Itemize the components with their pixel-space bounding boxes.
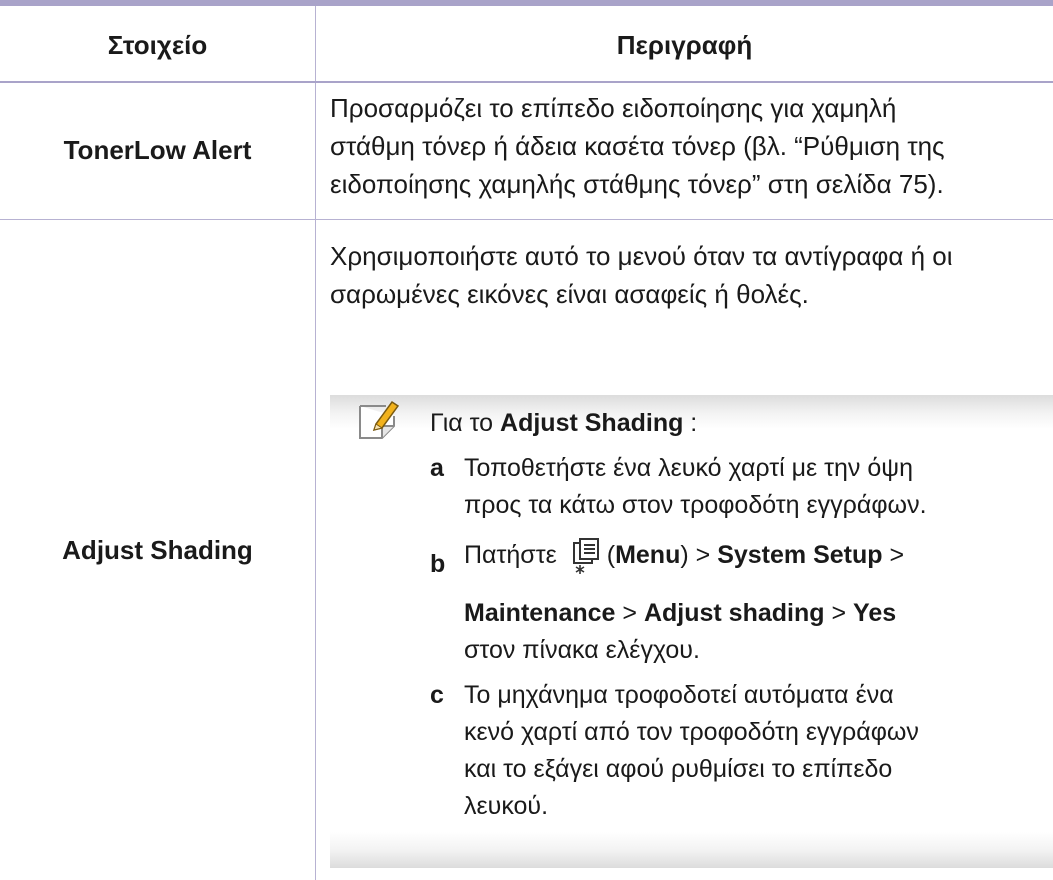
desc-line: στάθμη τόνερ ή άδεια κασέτα τόνερ (βλ. “… <box>330 131 945 161</box>
step-line: κενό χαρτί από τον τροφοδότη εγγράφων <box>464 718 919 746</box>
menu-label: Menu <box>615 541 681 569</box>
step-line: προς τα κάτω στον τροφοδότη εγγράφων. <box>464 491 927 519</box>
path-separator: > <box>695 541 711 569</box>
step-b: b Πατήστε (Menu) > System Setup > Mainte… <box>430 535 1040 669</box>
step-letter: c <box>430 681 444 709</box>
column-divider <box>315 6 316 880</box>
path-separator: > <box>831 599 847 627</box>
note-intro-suffix: : <box>683 409 698 437</box>
row-item-adjust-shading: Adjust Shading <box>62 534 253 565</box>
note-pencil-icon <box>359 400 400 439</box>
step-line: και το εξάγει αφού ρυθμίσει το επίπεδο <box>464 755 893 783</box>
table-top-rule <box>0 0 1053 6</box>
step-a: a Τοποθετήστε ένα λευκό χαρτί με την όψη… <box>430 450 1040 524</box>
step-line: στον πίνακα ελέγχου. <box>464 636 700 664</box>
header-description: Περιγραφή <box>616 30 753 60</box>
step-b-line-1: Πατήστε (Menu) > System Setup > <box>464 526 1040 584</box>
desc-line: Προσαρμόζει το επίπεδο ειδοποίησης για χ… <box>330 93 897 123</box>
step-b-line-2: Maintenance > Adjust shading > Yes <box>464 595 1040 632</box>
path-separator: > <box>622 599 637 627</box>
row-item-toner-low-alert: TonerLow Alert <box>63 134 252 165</box>
path-separator: > <box>889 541 905 569</box>
note-intro: Για το Adjust Shading : <box>430 405 1030 442</box>
step-c: c Το μηχάνημα τροφοδοτεί αυτόματα ένα κε… <box>430 677 1040 825</box>
step-press-text: Πατήστε <box>464 541 557 569</box>
menu-paren-close: ) <box>680 541 689 569</box>
path-yes: Yes <box>853 599 897 627</box>
menu-paren-open: ( <box>606 541 616 569</box>
note-intro-prefix: Για το <box>430 409 501 437</box>
desc-line: σαρωμένες εικόνες είναι ασαφείς ή θολές. <box>330 279 809 309</box>
path-system-setup: System Setup <box>717 541 883 569</box>
step-letter: a <box>430 454 444 482</box>
menu-icon <box>572 538 599 575</box>
step-line: λευκού. <box>464 792 549 820</box>
step-line: Τοποθετήστε ένα λευκό χαρτί με την όψη <box>464 454 913 482</box>
row-description-adjust-shading: Χρησιμοποιήστε αυτό το μενού όταν τα αντ… <box>330 237 1053 313</box>
row-description-toner-low-alert: Προσαρμόζει το επίπεδο ειδοποίησης για χ… <box>330 89 1053 203</box>
header-item: Στοιχείο <box>107 30 208 60</box>
desc-line: ειδοποίησης χαμηλής στάθμης τόνερ” στη σ… <box>330 169 944 199</box>
step-letter: b <box>430 550 446 578</box>
settings-table: Στοιχείο Περιγραφή TonerLow Alert Προσαρ… <box>0 0 1053 880</box>
desc-line: Χρησιμοποιήστε αυτό το μενού όταν τα αντ… <box>330 241 953 271</box>
step-line: Το μηχάνημα τροφοδοτεί αυτόματα ένα <box>464 681 894 709</box>
path-adjust-shading: Adjust shading <box>643 599 825 627</box>
path-maintenance: Maintenance <box>464 599 616 627</box>
note-intro-bold: Adjust Shading <box>500 409 684 437</box>
